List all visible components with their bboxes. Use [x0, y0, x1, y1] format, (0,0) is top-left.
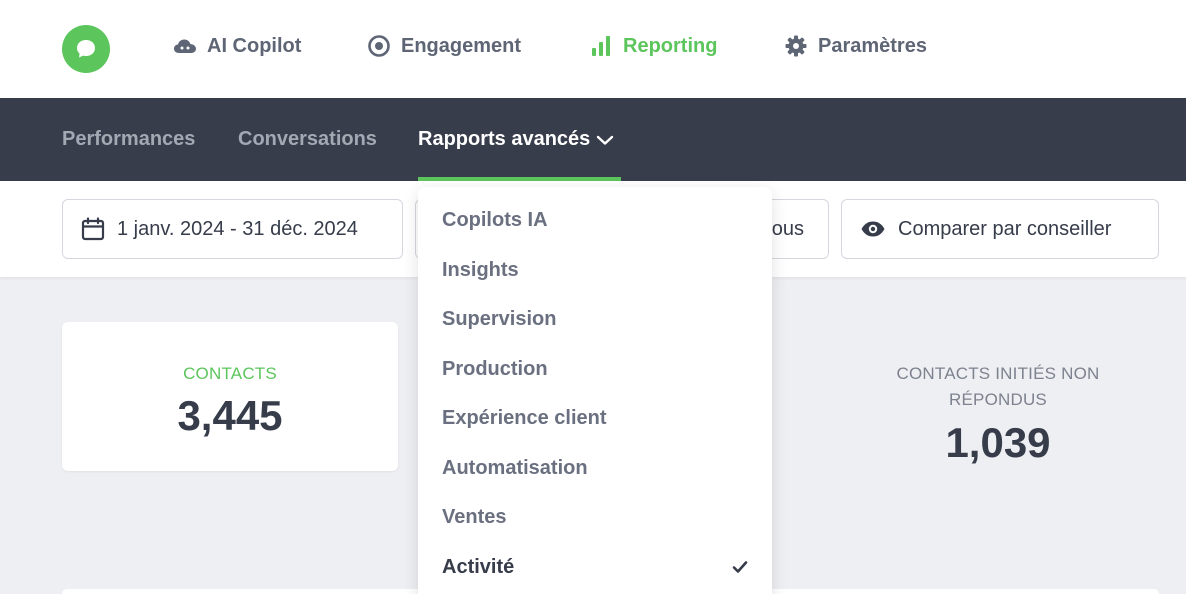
tab-performances-label: Performances [62, 128, 196, 150]
menu-item-label: Insights [442, 258, 519, 281]
unanswered-contacts-label: CONTACTS INITIÉS NON RÉPONDUS [896, 364, 1100, 409]
top-navigation-bar: AI Copilot Engagement Reporting Paramètr… [0, 0, 1186, 98]
cloud-icon [172, 33, 198, 59]
nav-ai-copilot-label: AI Copilot [207, 34, 302, 57]
menu-item-label: Production [442, 357, 548, 380]
app-logo[interactable] [62, 25, 110, 73]
menu-item-label: Copilots IA [442, 208, 548, 231]
menu-item-ventes[interactable]: Ventes [442, 502, 748, 532]
calendar-icon [81, 217, 105, 241]
gear-icon [783, 33, 809, 59]
tab-rapports-avances[interactable]: Rapports avancés [418, 98, 614, 181]
menu-item-label: Automatisation [442, 456, 588, 479]
tab-conversations[interactable]: Conversations [238, 98, 377, 181]
menu-item-label: Supervision [442, 307, 557, 330]
bar-chart-icon [588, 33, 614, 59]
nav-parametres[interactable]: Paramètres [783, 33, 927, 59]
nav-engagement[interactable]: Engagement [366, 33, 521, 59]
compare-by-advisor-button[interactable]: Comparer par conseiller [841, 199, 1159, 259]
nav-reporting-label: Reporting [623, 34, 718, 57]
menu-item-experience-client[interactable]: Expérience client [442, 403, 748, 433]
unanswered-contacts-stat: CONTACTS INITIÉS NON RÉPONDUS 1,039 [878, 361, 1118, 467]
nav-ai-copilot[interactable]: AI Copilot [172, 33, 301, 59]
contacts-stat-card: CONTACTS 3,445 [62, 322, 398, 471]
filter-select-value: ous [771, 217, 804, 240]
nav-reporting[interactable]: Reporting [588, 33, 717, 59]
nav-engagement-label: Engagement [401, 34, 522, 57]
menu-item-copilots-ia[interactable]: Copilots IA [442, 205, 748, 235]
menu-item-activite[interactable]: Activité [442, 552, 748, 582]
menu-item-supervision[interactable]: Supervision [442, 304, 748, 334]
menu-item-label: Activité [442, 555, 515, 578]
checkmark-icon [732, 560, 748, 574]
tab-performances[interactable]: Performances [62, 98, 195, 181]
menu-item-automatisation[interactable]: Automatisation [442, 453, 748, 483]
menu-item-label: Expérience client [442, 406, 607, 429]
chat-bubble-icon [77, 40, 95, 58]
contacts-stat-value: 3,445 [177, 392, 283, 439]
unanswered-contacts-value: 1,039 [945, 419, 1051, 466]
date-range-value: 1 janv. 2024 - 31 déc. 2024 [117, 217, 358, 240]
tab-rapports-avances-label: Rapports avancés [418, 128, 591, 150]
tab-conversations-label: Conversations [238, 128, 377, 150]
nav-parametres-label: Paramètres [818, 34, 927, 57]
sub-navigation-bar: Performances Conversations Rapports avan… [0, 98, 1186, 181]
contacts-stat-label: CONTACTS [183, 364, 277, 383]
menu-item-production[interactable]: Production [442, 354, 748, 384]
rapports-avances-dropdown: Copilots IA Insights Supervision Product… [418, 187, 772, 594]
compare-by-advisor-label: Comparer par conseiller [898, 217, 1112, 240]
date-range-picker[interactable]: 1 janv. 2024 - 31 déc. 2024 [62, 199, 403, 259]
menu-item-insights[interactable]: Insights [442, 255, 748, 285]
eye-icon [860, 220, 886, 238]
target-icon [366, 33, 392, 59]
chevron-down-icon [596, 134, 614, 146]
menu-item-label: Ventes [442, 505, 507, 528]
